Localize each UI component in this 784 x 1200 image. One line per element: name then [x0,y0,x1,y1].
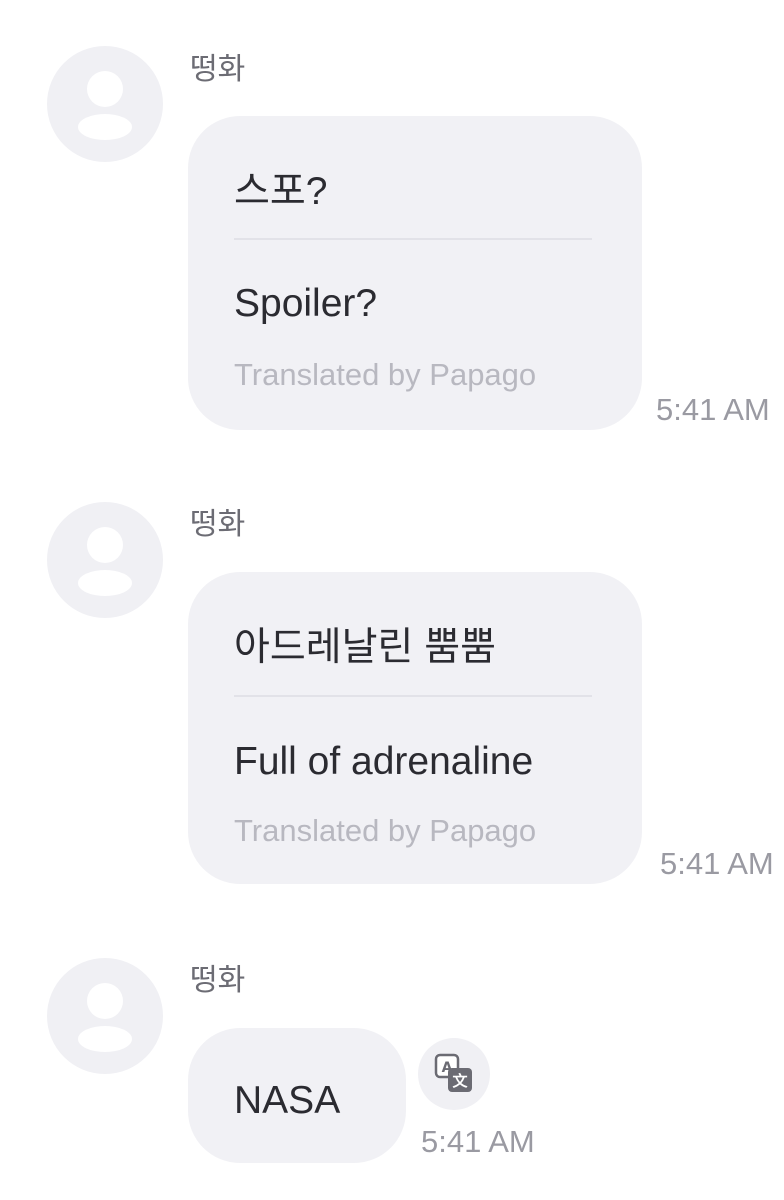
message-bubble[interactable]: 아드레날린 뿜뿜 Full of adrenaline Translated b… [188,572,642,884]
avatar[interactable] [47,958,163,1074]
sender-name: 떵화 [190,53,246,86]
original-text: NASA [234,1079,341,1122]
avatar[interactable] [47,502,163,618]
avatar-body-shape [78,1026,132,1052]
avatar-head-shape [87,71,123,107]
translated-text: Spoiler? [234,282,378,325]
translated-text: Full of adrenaline [234,740,534,783]
translation-credit: Translated by Papago [234,813,537,848]
avatar-body-shape [78,114,132,140]
message-bubble[interactable]: NASA [188,1028,406,1163]
original-text: 스포? [234,170,328,213]
message-bubble[interactable]: 스포? Spoiler? Translated by Papago [188,116,642,430]
message-timestamp: 5:41 AM [660,846,774,881]
divider [234,695,592,697]
avatar-head-shape [87,983,123,1019]
sender-name: 떵화 [190,508,246,541]
svg-text:文: 文 [452,1072,468,1090]
translation-credit: Translated by Papago [234,357,537,392]
message-timestamp: 5:41 AM [656,392,770,427]
message-timestamp: 5:41 AM [421,1124,535,1159]
avatar[interactable] [47,46,163,162]
translate-icon: A 文 [434,1053,472,1092]
original-text: 아드레날린 뿜뿜 [234,626,496,669]
avatar-head-shape [87,527,123,563]
translate-button[interactable]: A 文 [418,1038,490,1110]
divider [234,238,592,240]
sender-name: 떵화 [190,964,246,997]
avatar-body-shape [78,570,132,596]
